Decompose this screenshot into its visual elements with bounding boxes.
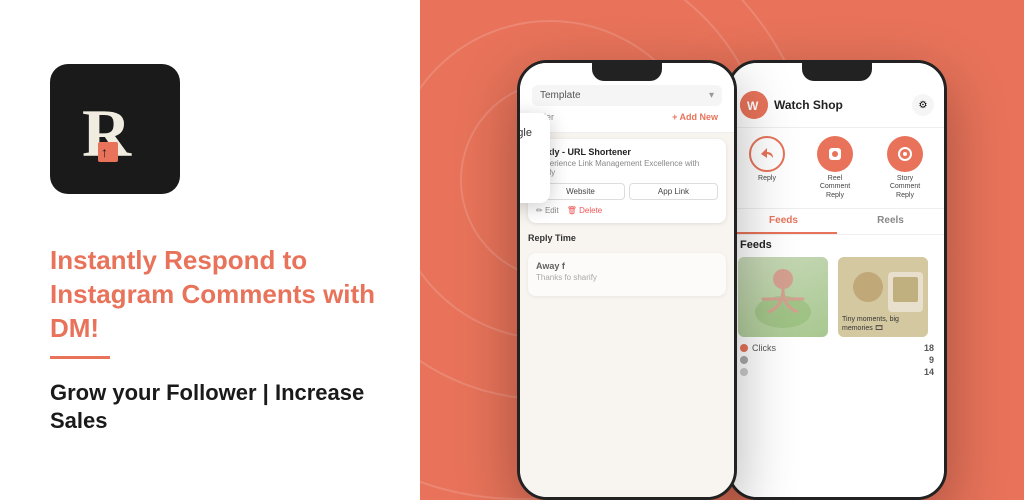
story-reply-label: Story Comment Reply bbox=[885, 175, 925, 200]
replug-logo: R ↑ bbox=[70, 84, 160, 174]
dropdown-arrow: ▾ bbox=[709, 90, 714, 101]
shop-name-container: Watch Shop bbox=[774, 98, 843, 112]
tab-reels[interactable]: Reels bbox=[837, 209, 944, 234]
story-reply-action: Story Comment Reply bbox=[885, 136, 925, 200]
template-bar: Template ▾ bbox=[532, 85, 722, 106]
img-caption: Tiny moments, bigmemories 🎞 bbox=[842, 316, 899, 333]
back-phone-screen: W Watch Shop ⚙ bbox=[730, 63, 944, 497]
tagline-sub: Grow your Follower | Increase Sales bbox=[50, 379, 380, 436]
feed-card-footer: ✏ Edit 🗑 Delete bbox=[536, 206, 718, 215]
delete-btn[interactable]: 🗑 Delete bbox=[567, 206, 603, 215]
meditation-figure bbox=[738, 257, 828, 337]
stats-row: Clicks 18 9 14 bbox=[730, 339, 944, 381]
reel-reply-label: Reel Comment Reply bbox=[815, 175, 855, 200]
phone-notch bbox=[592, 63, 662, 81]
add-new-btn[interactable]: + Add New bbox=[672, 112, 718, 122]
shop-name: Watch Shop bbox=[774, 98, 843, 112]
logo-box: R ↑ bbox=[50, 64, 180, 194]
grid-images: Tiny moments, bigmemories 🎞 bbox=[730, 255, 944, 339]
reel-reply-btn-circle[interactable] bbox=[817, 136, 853, 172]
reply-time-label: Reply Time bbox=[520, 229, 734, 247]
action-buttons-row: Reply Reel Comment Reply S bbox=[730, 128, 944, 209]
right-section: Template ▾ nder + Add New Add a Media te… bbox=[420, 0, 1024, 500]
phone-front: Template ▾ nder + Add New Add a Media te… bbox=[517, 60, 737, 500]
section-header: Feeds bbox=[730, 235, 944, 255]
story-reply-btn-circle[interactable] bbox=[887, 136, 923, 172]
tooltip-text: Add a Media template to send single or m… bbox=[520, 125, 536, 191]
reply-btn-circle[interactable] bbox=[749, 136, 785, 172]
shop-avatar: W bbox=[740, 91, 768, 119]
stat-clicks-value: 18 bbox=[924, 343, 934, 353]
tab-feeds[interactable]: Feeds bbox=[730, 209, 837, 234]
back-phone-notch bbox=[802, 63, 872, 81]
feed-card-1: Foxly - URL Shortener Experience Link Ma… bbox=[528, 139, 726, 223]
reply-action: Reply bbox=[749, 136, 785, 200]
stat-clicks-label: Clicks bbox=[752, 343, 776, 353]
stat-2: 9 bbox=[740, 355, 934, 365]
stat-2-value: 9 bbox=[929, 355, 934, 365]
header-icons: ⚙ bbox=[912, 94, 934, 116]
template-label: Template bbox=[540, 90, 581, 101]
front-phone-screen: Template ▾ nder + Add New Add a Media te… bbox=[520, 63, 734, 497]
stat-3: 14 bbox=[740, 367, 934, 377]
divider-line bbox=[50, 356, 110, 359]
reply-label: Reply bbox=[758, 175, 776, 183]
feed-card-sub: Experience Link Management Excellence wi… bbox=[536, 159, 718, 177]
left-section: R ↑ Instantly Respond to Instagram Comme… bbox=[0, 0, 420, 500]
stat-dot-2 bbox=[740, 356, 748, 364]
banner: R ↑ Instantly Respond to Instagram Comme… bbox=[0, 0, 1024, 500]
feed-card-title: Foxly - URL Shortener bbox=[536, 147, 718, 157]
settings-icon[interactable]: ⚙ bbox=[912, 94, 934, 116]
phone-back: W Watch Shop ⚙ bbox=[727, 60, 947, 500]
svg-text:W: W bbox=[747, 99, 759, 113]
app-link-btn[interactable]: App Link bbox=[629, 183, 718, 200]
stat-dot-1 bbox=[740, 344, 748, 352]
feed-card-2-sub: Thanks fo sharify bbox=[536, 273, 718, 282]
phones-container: Template ▾ nder + Add New Add a Media te… bbox=[440, 0, 1024, 500]
tagline-main: Instantly Respond to Instagram Comments … bbox=[50, 244, 380, 345]
svg-text:↑: ↑ bbox=[101, 144, 108, 160]
grid-img-2: Tiny moments, bigmemories 🎞 bbox=[838, 257, 928, 337]
tabs-row: Feeds Reels bbox=[730, 209, 944, 235]
feed-card-btns: Website App Link bbox=[536, 183, 718, 200]
feed-card-2-title: Away f bbox=[536, 261, 718, 271]
edit-btn[interactable]: ✏ Edit bbox=[536, 206, 559, 215]
sub-bar: nder + Add New bbox=[532, 110, 722, 124]
reel-reply-action: Reel Comment Reply bbox=[815, 136, 855, 200]
feed-card-2: Away f Thanks fo sharify bbox=[528, 253, 726, 296]
grid-img-1 bbox=[738, 257, 828, 337]
stat-3-value: 14 bbox=[924, 367, 934, 377]
stat-clicks: Clicks 18 bbox=[740, 343, 934, 353]
stat-dot-3 bbox=[740, 368, 748, 376]
tooltip-bubble: Add a Media template to send single or m… bbox=[520, 113, 550, 203]
